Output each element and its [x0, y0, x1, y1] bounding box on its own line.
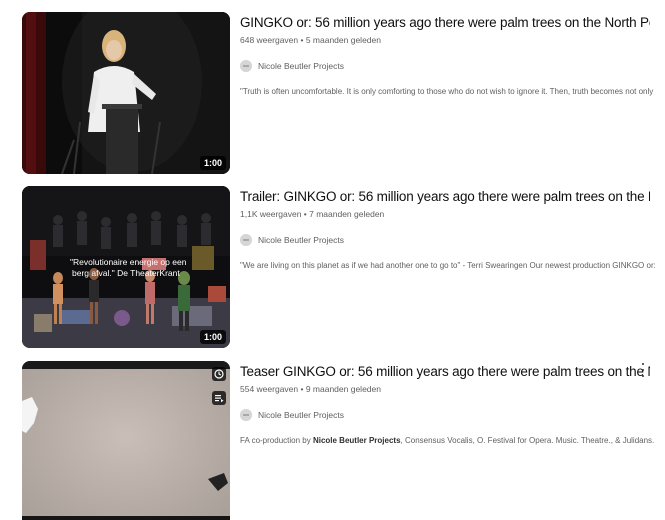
video-duration: 1:00	[199, 330, 226, 344]
video-title[interactable]: Teaser GINKGO or: 56 million years ago t…	[240, 363, 650, 381]
video-meta: 648 weergaven • 5 maanden geleden	[240, 35, 381, 45]
video-info: Trailer: GINKGO or: 56 million years ago…	[240, 188, 655, 271]
avatar-icon	[240, 409, 252, 421]
avatar-icon	[240, 234, 252, 246]
video-info: GINGKO or: 56 million years ago there we…	[240, 14, 655, 97]
search-results: 1:00 GINGKO or: 56 million years ago the…	[0, 0, 665, 520]
watch-later-button[interactable]	[212, 367, 226, 381]
thumbnail-image: "Revolutionaire energie op een berg afva…	[22, 186, 230, 348]
channel-name[interactable]: Nicole Beutler Projects	[258, 61, 344, 71]
video-thumbnail[interactable]: 1:00	[22, 12, 230, 174]
video-result[interactable]: Teaser GINKGO or: 56 million years ago t…	[22, 361, 662, 520]
channel-avatar[interactable]	[240, 234, 252, 246]
more-vertical-icon	[641, 362, 645, 366]
more-vertical-icon	[641, 374, 645, 378]
channel-avatar[interactable]	[240, 409, 252, 421]
more-options-button[interactable]	[638, 361, 648, 379]
description-text: FA co-production by	[240, 436, 313, 445]
video-description: FA co-production by Nicole Beutler Proje…	[240, 435, 655, 446]
video-description: "We are living on this planet as if we h…	[240, 261, 655, 270]
clock-icon	[214, 369, 224, 379]
video-thumbnail[interactable]: "Revolutionaire energie op een berg afva…	[22, 186, 230, 348]
channel-avatar[interactable]	[240, 60, 252, 72]
channel-row[interactable]: Nicole Beutler Projects	[240, 407, 650, 423]
channel-name[interactable]: Nicole Beutler Projects	[258, 410, 344, 420]
video-result[interactable]: 1:00 GINGKO or: 56 million years ago the…	[22, 12, 662, 174]
more-vertical-icon	[641, 368, 645, 372]
video-title[interactable]: Trailer: GINKGO or: 56 million years ago…	[240, 188, 650, 206]
description-text: , Consensus Vocalis, O. Festival for Ope…	[400, 436, 655, 445]
video-duration: 1:00	[199, 156, 226, 170]
thumbnail-image	[22, 12, 230, 174]
channel-name[interactable]: Nicole Beutler Projects	[258, 235, 344, 245]
channel-row[interactable]: Nicole Beutler Projects	[240, 232, 650, 248]
video-info: Teaser GINKGO or: 56 million years ago t…	[240, 363, 655, 446]
thumbnail-image	[22, 361, 230, 520]
video-meta: 554 weergaven • 9 maanden geleden	[240, 384, 381, 394]
description-channel-link[interactable]: Nicole Beutler Projects	[313, 436, 401, 445]
video-description: "Truth is often uncomfortable. It is onl…	[240, 87, 655, 96]
add-to-queue-button[interactable]	[212, 391, 226, 405]
overlay-quote-line-1: "Revolutionaire energie op een	[70, 257, 187, 267]
video-thumbnail[interactable]	[22, 361, 230, 520]
queue-icon	[215, 395, 224, 403]
avatar-icon	[240, 60, 252, 72]
channel-row[interactable]: Nicole Beutler Projects	[240, 58, 650, 74]
video-title[interactable]: GINGKO or: 56 million years ago there we…	[240, 14, 650, 32]
overlay-quote-line-2: berg afval." De TheaterKrant	[72, 268, 180, 278]
video-result[interactable]: "Revolutionaire energie op een berg afva…	[22, 186, 662, 348]
video-meta: 1,1K weergaven • 7 maanden geleden	[240, 209, 385, 219]
